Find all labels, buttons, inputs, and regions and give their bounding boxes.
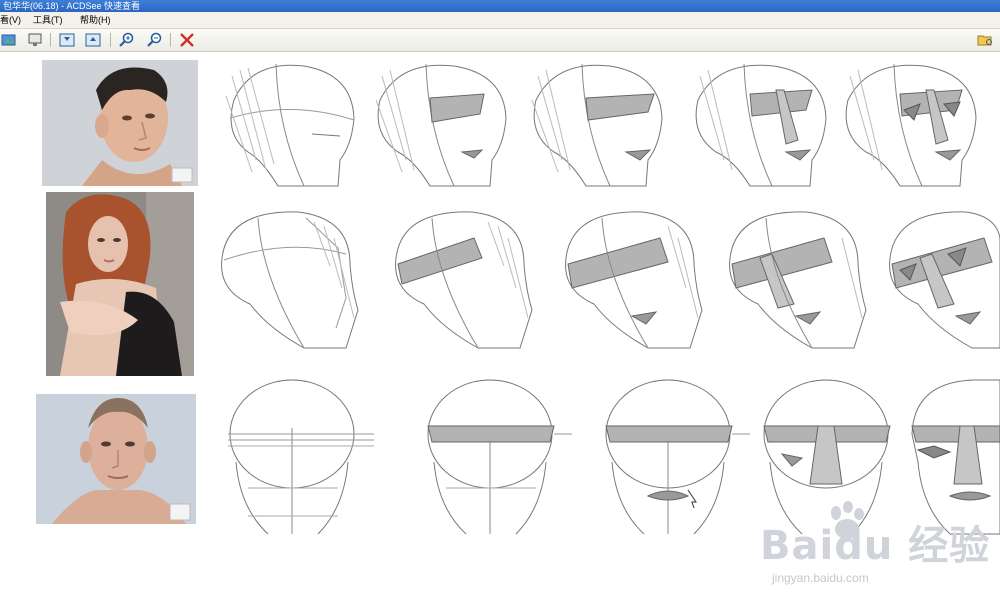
head-sketch-row2-step3 <box>562 208 712 350</box>
watermark-url: jingyan.baidu.com <box>772 571 869 585</box>
toolbar-separator <box>110 33 111 47</box>
baidu-watermark: Baidu 经验 jingyan.baidu.com <box>760 501 995 599</box>
head-sketch-row2-step4 <box>726 208 876 350</box>
head-sketch-row1-step3 <box>530 60 670 188</box>
head-sketch-row1-step4 <box>694 60 834 188</box>
head-sketch-row3-step1 <box>228 378 378 535</box>
full-screen-icon <box>28 33 42 46</box>
open-folder-button[interactable] <box>976 31 994 49</box>
delete-icon <box>180 33 194 47</box>
head-sketch-row1-step1 <box>222 60 362 188</box>
watermark-brand: Baidu 经验 <box>760 523 991 569</box>
reference-photo-male-three-quarter <box>42 60 198 186</box>
head-sketch-row2-step5 <box>886 208 1000 350</box>
zoom-in-icon <box>119 32 134 47</box>
delete-button[interactable] <box>178 31 196 49</box>
zoom-out-icon <box>147 32 162 47</box>
toolbar-separator <box>170 33 171 47</box>
reference-photo-male-front <box>36 394 196 524</box>
image-viewer-canvas[interactable]: Baidu 经验 jingyan.baidu.com <box>0 52 1000 585</box>
folder-icon <box>977 35 992 46</box>
head-sketch-row1-step5 <box>844 60 984 188</box>
menu-help[interactable]: 帮助(H) <box>80 12 111 28</box>
menu-view[interactable]: 看(V) <box>0 12 21 28</box>
menu-tools[interactable]: 工具(T) <box>33 12 63 28</box>
window-title: 包华华(06.18) - ACDSee 快速查看 <box>3 1 141 11</box>
previous-button[interactable] <box>58 31 76 49</box>
toolbar-separator <box>50 33 51 47</box>
head-sketch-row3-step2 <box>426 378 576 535</box>
menu-bar: 看(V) 工具(T) 帮助(H) <box>0 12 1000 29</box>
zoom-in-button[interactable] <box>118 31 136 49</box>
head-sketch-row2-step2 <box>392 208 542 350</box>
head-sketch-row2-step1 <box>218 208 368 350</box>
next-icon <box>85 33 101 47</box>
head-sketch-row1-step2 <box>374 60 514 188</box>
next-button[interactable] <box>84 31 102 49</box>
browse-icon <box>1 34 16 46</box>
reference-photo-female <box>46 192 194 376</box>
window-title-bar: 包华华(06.18) - ACDSee 快速查看 <box>0 0 1000 12</box>
toolbar <box>0 29 1000 52</box>
previous-icon <box>59 33 75 47</box>
zoom-out-button[interactable] <box>146 31 164 49</box>
browse-button[interactable] <box>0 31 18 49</box>
full-screen-button[interactable] <box>26 31 44 49</box>
head-sketch-row3-step3 <box>604 378 754 535</box>
